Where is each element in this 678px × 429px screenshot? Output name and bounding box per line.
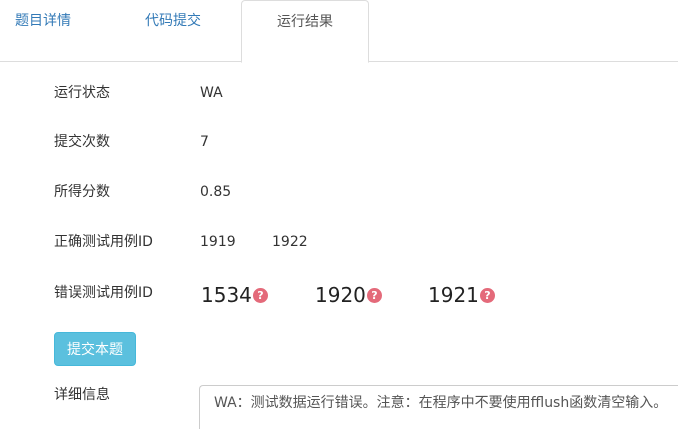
tab-code-submit[interactable]: 代码提交 bbox=[145, 0, 235, 62]
wrong-case-item: 1920 ? bbox=[315, 285, 382, 305]
wrong-case-id: 1921 bbox=[428, 283, 479, 307]
status-value: WA bbox=[200, 85, 223, 101]
question-circle-icon[interactable]: ? bbox=[479, 287, 495, 303]
submit-count-row: 提交次数 7 bbox=[0, 135, 678, 165]
correct-cases-row: 正确测试用例ID 1919 1922 bbox=[0, 235, 678, 265]
details-text: WA：测试数据运行错误。注意：在程序中不要使用fflush函数清空输入。 bbox=[214, 395, 668, 411]
status-label: 运行状态 bbox=[54, 85, 110, 101]
question-circle-icon[interactable]: ? bbox=[252, 287, 268, 303]
tab-bar: 题目详情 代码提交 运行结果 bbox=[0, 0, 678, 63]
status-row: 运行状态 WA bbox=[0, 86, 678, 116]
correct-case-id: 1922 bbox=[272, 234, 308, 250]
wrong-case-item: 1921 ? bbox=[428, 285, 495, 305]
wrong-case-id: 1920 bbox=[315, 283, 366, 307]
submit-count-label: 提交次数 bbox=[54, 134, 110, 150]
tab-problem-details[interactable]: 题目详情 bbox=[15, 0, 105, 62]
score-value: 0.85 bbox=[200, 184, 232, 200]
score-label: 所得分数 bbox=[54, 184, 110, 200]
details-textarea[interactable]: WA：测试数据运行错误。注意：在程序中不要使用fflush函数清空输入。 bbox=[199, 385, 678, 429]
question-circle-icon[interactable]: ? bbox=[366, 287, 382, 303]
wrong-cases-row: 错误测试用例ID 1534 ? 1920 ? 1921 ? bbox=[0, 285, 678, 315]
wrong-case-item: 1534 ? bbox=[201, 285, 268, 305]
result-page: 题目详情 代码提交 运行结果 运行状态 WA 提交次数 7 所得分数 0.85 … bbox=[0, 0, 678, 429]
submit-count-value: 7 bbox=[200, 134, 209, 150]
correct-case-id: 1919 bbox=[200, 234, 236, 250]
wrong-case-id: 1534 bbox=[201, 283, 252, 307]
correct-cases-label: 正确测试用例ID bbox=[54, 234, 153, 250]
submit-problem-button[interactable]: 提交本题 bbox=[54, 332, 136, 366]
score-row: 所得分数 0.85 bbox=[0, 185, 678, 215]
result-panel: 运行状态 WA 提交次数 7 所得分数 0.85 正确测试用例ID 1919 1… bbox=[0, 62, 678, 429]
details-label: 详细信息 bbox=[54, 387, 110, 403]
tab-run-result[interactable]: 运行结果 bbox=[241, 0, 369, 63]
wrong-cases-label: 错误测试用例ID bbox=[54, 285, 153, 301]
